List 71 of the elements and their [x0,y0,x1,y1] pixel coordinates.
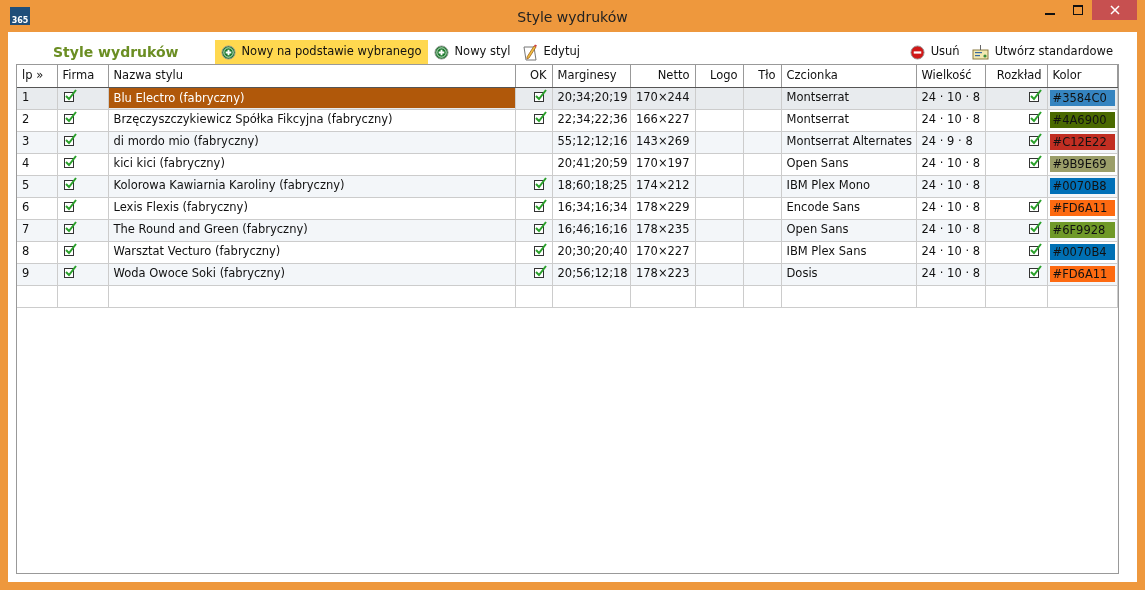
table-cell: 3 [17,131,57,153]
pencil-icon [522,43,538,61]
column-header[interactable]: Marginesy [552,65,630,87]
certificate-icon [971,44,989,60]
column-header[interactable]: OK [515,65,552,87]
column-header[interactable]: Logo [695,65,743,87]
color-swatch: #6F9928 [1049,222,1115,238]
table-cell: 170×227 [630,241,695,263]
table-cell: 166×227 [630,109,695,131]
table-cell: Montserrat [781,109,916,131]
plus-icon [433,44,449,60]
toolbar-button[interactable]: Edytuj [516,40,586,64]
color-swatch: #0070B8 [1049,178,1115,194]
toolbar-button[interactable]: Nowy styl [427,40,517,64]
plus-icon [220,44,236,60]
app-icon: 365 [10,7,30,25]
window-title: Style wydruków [517,9,628,25]
table-cell: 8 [17,241,57,263]
table-cell: Open Sans [781,153,916,175]
maximize-icon [1073,5,1083,15]
column-header[interactable]: lp » [17,65,57,87]
color-swatch: #FD6A11 [1049,200,1115,216]
table-cell: 24 · 10 · 8 [916,241,985,263]
column-header[interactable]: Kolor [1047,65,1117,87]
table-cell: 170×197 [630,153,695,175]
color-swatch: #C12E22 [1049,134,1115,150]
table-cell: The Round and Green (fabryczny) [108,219,515,241]
table-cell: Woda Owoce Soki (fabryczny) [108,263,515,285]
table-cell: 24 · 10 · 8 [916,109,985,131]
column-header[interactable]: Wielkość [916,65,985,87]
table-cell: Encode Sans [781,197,916,219]
color-swatch: #0070B4 [1049,244,1115,260]
minus-icon [909,44,925,60]
color-swatch: #9B9E69 [1049,156,1115,172]
column-header[interactable]: Firma [57,65,108,87]
table-cell: 4 [17,153,57,175]
table-cell: kici kici (fabryczny) [108,153,515,175]
table-cell: 20;30;20;40 [552,241,630,263]
table-cell: 178×229 [630,197,695,219]
page-heading: Style wydruków [53,42,179,62]
table-cell: 7 [17,219,57,241]
table-cell: 20;41;20;59 [552,153,630,175]
column-header[interactable]: Rozkład [985,65,1047,87]
table-cell: Kolorowa Kawiarnia Karoliny (fabryczny) [108,175,515,197]
minimize-icon [1045,13,1055,15]
table-cell: Lexis Flexis (fabryczny) [108,197,515,219]
column-header[interactable]: Nazwa stylu [108,65,515,87]
toolbar-button[interactable]: Utwórz standardowe [965,40,1119,64]
table-cell: 22;34;22;36 [552,109,630,131]
table-cell: 24 · 10 · 8 [916,153,985,175]
table-cell: IBM Plex Sans [781,241,916,263]
color-swatch: #FD6A11 [1049,266,1115,282]
table-cell: 5 [17,175,57,197]
color-swatch: #4A6900 [1049,112,1115,128]
table-cell: Brzęczyszczykiewicz Spółka Fikcyjna (fabryczny) [108,109,515,131]
close-icon [1109,5,1120,15]
column-header[interactable]: Czcionka [781,65,916,87]
table-cell: Warsztat Vecturo (fabryczny) [108,241,515,263]
toolbar-button[interactable]: Usuń [903,40,966,64]
table-cell: 2 [17,109,57,131]
table-cell: 16;34;16;34 [552,197,630,219]
column-header[interactable]: Tło [743,65,781,87]
table-cell: di mordo mio (fabryczny) [108,131,515,153]
table-cell: Blu Electro (fabryczny) [108,88,515,108]
table-cell: 9 [17,263,57,285]
table-cell: 1 [17,87,57,109]
color-swatch: #3584C0 [1049,90,1115,106]
table-cell: 24 · 10 · 8 [916,197,985,219]
toolbar-button[interactable]: Nowy na podstawie wybranego [214,40,428,64]
table-cell: 6 [17,197,57,219]
column-header[interactable]: Netto [630,65,695,87]
